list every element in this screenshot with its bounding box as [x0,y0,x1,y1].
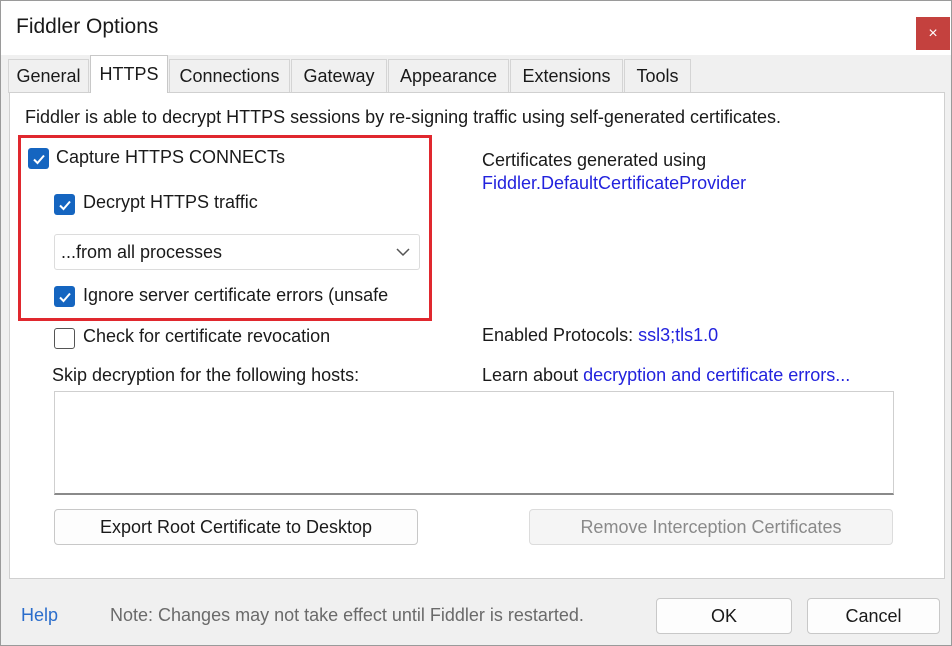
protocols-link[interactable]: ssl3;tls1.0 [638,325,718,345]
learn-link[interactable]: decryption and certificate errors... [583,365,850,385]
checkmark-icon [58,200,71,210]
capture-connects-checkbox[interactable] [28,148,49,169]
learn-about-line: Learn about decryption and certificate e… [482,365,850,386]
cancel-button-label: Cancel [845,605,902,626]
tab-gateway[interactable]: Gateway [291,59,387,93]
decrypt-traffic-label: Decrypt HTTPS traffic [83,192,258,212]
title-bar: Fiddler Options × [1,1,951,55]
decrypt-traffic-checkbox[interactable] [54,194,75,215]
skip-hosts-input[interactable] [54,391,894,495]
ok-button-label: OK [710,605,737,626]
protocols-label: Enabled Protocols: [482,325,634,345]
tab-https[interactable]: HTTPS [90,55,168,93]
capture-connects-label: Capture HTTPS CONNECTs [56,147,286,167]
tab-general-label: General [16,66,81,86]
tab-appearance-label: Appearance [399,66,498,86]
certs-generated-label: Certificates generated using [482,150,707,170]
export-root-cert-button[interactable]: Export Root Certificate to Desktop [54,509,418,545]
process-filter-value: ...from all processes [61,242,223,262]
ignore-cert-errors-checkbox[interactable] [54,286,75,307]
cert-provider-link[interactable]: Fiddler.DefaultCertificateProvider [482,173,746,194]
learn-label: Learn about [482,365,579,385]
fiddler-options-dialog: Fiddler Options × General HTTPS Connecti… [0,0,952,646]
tab-gateway-label: Gateway [303,66,375,86]
enabled-protocols: Enabled Protocols: ssl3;tls1.0 [482,325,718,346]
remove-interception-certs-button[interactable]: Remove Interception Certificates [529,509,893,545]
chevron-down-icon [396,248,410,257]
close-button[interactable]: × [916,17,950,50]
tab-strip: General HTTPS Connections Gateway Appear… [1,55,951,93]
export-root-cert-label: Export Root Certificate to Desktop [99,516,373,537]
check-revocation-label: Check for certificate revocation [83,326,331,346]
process-filter-dropdown[interactable]: ...from all processes [54,234,420,270]
restart-note: Note: Changes may not take effect until … [110,605,584,625]
ok-button[interactable]: OK [656,598,792,634]
tab-connections[interactable]: Connections [169,59,290,93]
https-panel: Fiddler is able to decrypt HTTPS session… [9,92,945,579]
tab-tools[interactable]: Tools [624,59,691,93]
checkmark-icon [58,292,71,302]
tab-general[interactable]: General [8,59,89,93]
help-link[interactable]: Help [21,605,58,626]
tab-appearance[interactable]: Appearance [388,59,509,93]
tab-tools-label: Tools [636,66,679,86]
tab-extensions-label: Extensions [522,66,611,86]
skip-hosts-label: Skip decryption for the following hosts: [52,365,360,385]
checkmark-icon [32,154,45,164]
cancel-button[interactable]: Cancel [807,598,940,634]
tab-https-label: HTTPS [99,64,159,84]
close-icon: × [928,24,938,42]
tab-connections-label: Connections [179,66,280,86]
tab-extensions[interactable]: Extensions [510,59,623,93]
check-revocation-checkbox[interactable] [54,328,75,349]
remove-interception-certs-label: Remove Interception Certificates [580,516,842,537]
https-intro-text: Fiddler is able to decrypt HTTPS session… [25,107,781,127]
ignore-cert-errors-label: Ignore server certificate errors (unsafe [83,285,389,305]
window-title: Fiddler Options [16,15,159,38]
